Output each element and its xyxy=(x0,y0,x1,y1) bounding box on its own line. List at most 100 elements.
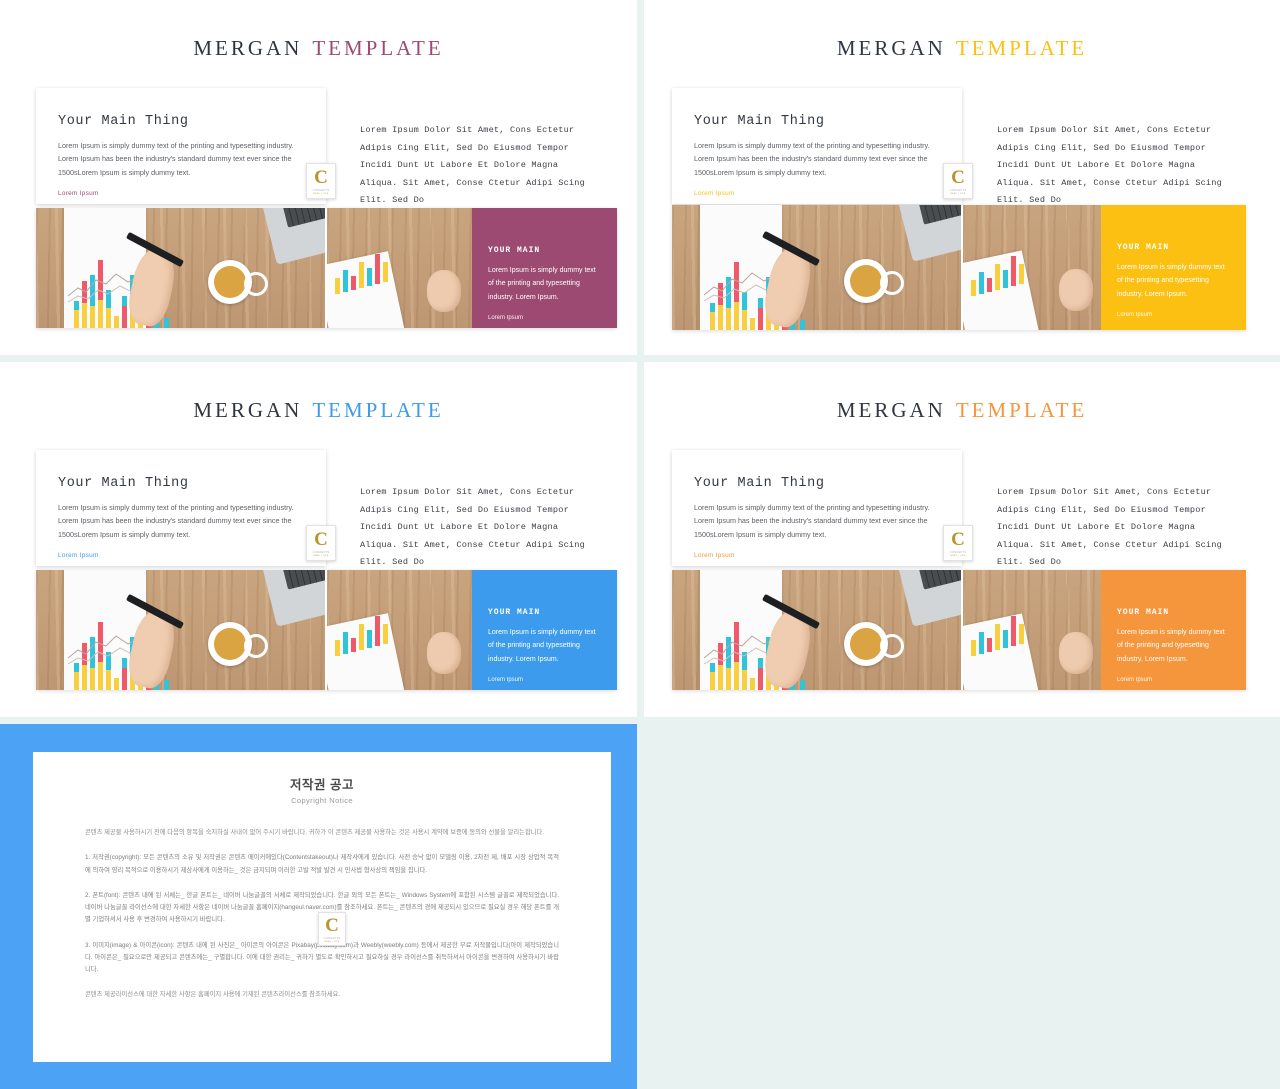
slide-1-mono-paragraph: Lorem Ipsum Dolor Sit Amet, Cons Ectetur… xyxy=(360,122,610,210)
slide-4-title: MERGAN TEMPLATE xyxy=(644,398,1280,423)
slide-1-photo-strip: YOUR MAIN Lorem Ipsum is simply dummy te… xyxy=(36,208,617,328)
slide-4-card-link[interactable]: Lorem Ipsum xyxy=(694,552,940,559)
panel-link[interactable]: Lorem Ipsum xyxy=(1117,677,1230,683)
copyright-intro: 콘텐츠 제공물 사용하시기 전에 다음의 항목을 숙지하실 사내이 없어 주시기… xyxy=(85,829,545,836)
mono-line: Incidi Dunt Ut Labore Et Dolore Magna xyxy=(997,160,1196,171)
slide-3-photo-strip: YOUR MAIN Lorem Ipsum is simply dummy te… xyxy=(36,570,617,690)
mono-line: Incidi Dunt Ut Labore Et Dolore Magna xyxy=(360,160,559,171)
photo-desk-chart-pen xyxy=(36,570,325,690)
slide-2-card-link[interactable]: Lorem Ipsum xyxy=(694,190,940,197)
slide-3-card-heading: Your Main Thing xyxy=(58,476,189,491)
slide-2-text-card: Your Main Thing Lorem Ipsum is simply du… xyxy=(672,88,962,204)
mono-line: Lorem Ipsum Dolor Sit Amet, Cons Ectetur xyxy=(997,487,1212,497)
slide-2-accent-panel: YOUR MAIN Lorem Ipsum is simply dummy te… xyxy=(1101,205,1246,330)
slide-1-card-heading: Your Main Thing xyxy=(58,114,189,129)
slide-4-card-heading: Your Main Thing xyxy=(694,476,825,491)
slide-2-title-brand: MERGAN xyxy=(836,36,946,60)
photo-desk-chart-hand xyxy=(327,570,472,690)
slide-1-card-body: Lorem Ipsum is simply dummy text of the … xyxy=(58,141,294,177)
logo-subtext: CONCEPTS xyxy=(312,550,330,554)
slide-1-accent-panel: YOUR MAIN Lorem Ipsum is simply dummy te… xyxy=(472,208,617,328)
slide-4-accent-panel: YOUR MAIN Lorem Ipsum is simply dummy te… xyxy=(1101,570,1246,690)
slide-3-title: MERGAN TEMPLATE xyxy=(0,398,637,423)
slide-preview-page: MERGAN TEMPLATE Your Main Thing Lorem Ips… xyxy=(0,0,1280,1089)
slide-3-card-body: Lorem Ipsum is simply dummy text of the … xyxy=(58,503,294,539)
photo-desk-chart-pen xyxy=(672,205,961,330)
panel-body: Lorem Ipsum is simply dummy text of the … xyxy=(488,629,596,663)
mono-line: Adipis Cing Elit, Sed Do Eiusmod Tempor xyxy=(997,504,1206,515)
logo-subtext-2: REAL | LIFE xyxy=(324,940,340,943)
slide-4-photo-strip: YOUR MAIN Lorem Ipsum is simply dummy te… xyxy=(672,570,1246,690)
logo-subtext: CONCEPTS xyxy=(312,188,330,192)
panel-heading: YOUR MAIN xyxy=(488,246,541,255)
logo-letter-icon: C xyxy=(314,528,328,550)
mono-line: Adipis Cing Elit, Sed Do Eiusmod Tempor xyxy=(997,142,1206,153)
copyright-subtitle: Copyright Notice xyxy=(291,796,353,805)
copyright-footer: 콘텐츠 제공라이선스에 대한 자세한 사항은 홈페이지 사용에 기재된 콘텐츠라… xyxy=(85,991,341,999)
copyright-notice-card: 저작권 공고 Copyright Notice 콘텐츠 제공물 사용하시기 전에… xyxy=(33,752,611,1062)
logo-subtext: CONCEPTS xyxy=(323,936,341,940)
panel-body: Lorem Ipsum is simply dummy text of the … xyxy=(1117,629,1225,663)
slide-1-text-card: Your Main Thing Lorem Ipsum is simply du… xyxy=(36,88,326,204)
mono-line: Aliqua. Sit Amet, Conse Ctetur Adipi Sci… xyxy=(997,539,1222,550)
slide-preview-1[interactable]: MERGAN TEMPLATE Your Main Thing Lorem Ips… xyxy=(0,0,637,355)
mono-line: Aliqua. Sit Amet, Conse Ctetur Adipi Sci… xyxy=(360,177,585,188)
logo-subtext-2: REAL | LIFE xyxy=(950,554,966,557)
slide-1-title-accent: TEMPLATE xyxy=(312,36,444,60)
panel-body: Lorem Ipsum is simply dummy text of the … xyxy=(488,267,596,301)
logo-letter-icon: C xyxy=(951,528,965,550)
slide-preview-2[interactable]: MERGAN TEMPLATE Your Main Thing Lorem Ips… xyxy=(644,0,1280,355)
slide-4-title-accent: TEMPLATE xyxy=(955,398,1088,422)
copyright-title: 저작권 공고 xyxy=(290,778,354,792)
photo-desk-chart-hand xyxy=(963,205,1101,330)
slide-preview-3[interactable]: MERGAN TEMPLATE Your Main Thing Lorem Ips… xyxy=(0,362,637,717)
brand-logo-watermark: C CONCEPTS REAL | LIFE xyxy=(318,912,346,946)
slide-2-title-accent: TEMPLATE xyxy=(955,36,1088,60)
photo-desk-chart-hand xyxy=(963,570,1101,690)
logo-subtext-2: REAL | LIFE xyxy=(313,554,329,557)
slide-2-card-body: Lorem Ipsum is simply dummy text of the … xyxy=(694,141,930,177)
slide-3-card-link[interactable]: Lorem Ipsum xyxy=(58,552,304,559)
slide-3-text-card: Your Main Thing Lorem Ipsum is simply du… xyxy=(36,450,326,566)
mono-line: Aliqua. Sit Amet, Conse Ctetur Adipi Sci… xyxy=(360,539,585,550)
brand-logo: C CONCEPTS REAL | LIFE xyxy=(306,163,336,199)
mono-line: Incidi Dunt Ut Labore Et Dolore Magna xyxy=(360,522,559,533)
slide-4-mono-paragraph: Lorem Ipsum Dolor Sit Amet, Cons Ectetur… xyxy=(997,484,1247,572)
logo-subtext-2: REAL | LIFE xyxy=(313,192,329,195)
photo-desk-chart-pen xyxy=(672,570,961,690)
panel-body: Lorem Ipsum is simply dummy text of the … xyxy=(1117,264,1225,298)
mono-line: Incidi Dunt Ut Labore Et Dolore Magna xyxy=(997,522,1196,533)
slide-3-title-brand: MERGAN xyxy=(193,398,303,422)
panel-heading: YOUR MAIN xyxy=(1117,243,1170,252)
slide-1-card-link[interactable]: Lorem Ipsum xyxy=(58,190,304,197)
slide-3-accent-panel: YOUR MAIN Lorem Ipsum is simply dummy te… xyxy=(472,570,617,690)
copyright-item-1: 1. 저작권(copyright): 모든 콘텐츠의 소유 및 저작권은 콘텐츠… xyxy=(85,854,559,874)
slide-preview-4[interactable]: MERGAN TEMPLATE Your Main Thing Lorem Ips… xyxy=(644,362,1280,717)
photo-desk-chart-hand xyxy=(327,208,472,328)
logo-subtext-2: REAL | LIFE xyxy=(950,192,966,195)
mono-line: Lorem Ipsum Dolor Sit Amet, Cons Ectetur xyxy=(997,125,1212,135)
slide-4-title-brand: MERGAN xyxy=(836,398,946,422)
brand-logo: C CONCEPTS REAL | LIFE xyxy=(943,163,973,199)
copyright-notice-frame: 저작권 공고 Copyright Notice 콘텐츠 제공물 사용하시기 전에… xyxy=(0,724,637,1089)
mono-line: Aliqua. Sit Amet, Conse Ctetur Adipi Sci… xyxy=(997,177,1222,188)
panel-link[interactable]: Lorem Ipsum xyxy=(488,677,601,683)
mono-line: Adipis Cing Elit, Sed Do Eiusmod Tempor xyxy=(360,142,569,153)
slide-1-title: MERGAN TEMPLATE xyxy=(0,36,637,61)
slide-2-title: MERGAN TEMPLATE xyxy=(644,36,1280,61)
mono-line: Adipis Cing Elit, Sed Do Eiusmod Tempor xyxy=(360,504,569,515)
photo-desk-chart-pen xyxy=(36,208,325,328)
slide-4-text-card: Your Main Thing Lorem Ipsum is simply du… xyxy=(672,450,962,566)
logo-letter-icon: C xyxy=(951,166,965,188)
logo-letter-icon: C xyxy=(325,914,339,936)
mono-line: Lorem Ipsum Dolor Sit Amet, Cons Ectetur xyxy=(360,125,575,135)
slide-4-card-body: Lorem Ipsum is simply dummy text of the … xyxy=(694,503,930,539)
panel-heading: YOUR MAIN xyxy=(488,608,541,617)
brand-logo: C CONCEPTS REAL | LIFE xyxy=(306,525,336,561)
slide-2-photo-strip: YOUR MAIN Lorem Ipsum is simply dummy te… xyxy=(672,205,1246,330)
panel-heading: YOUR MAIN xyxy=(1117,608,1170,617)
panel-link[interactable]: Lorem Ipsum xyxy=(1117,312,1230,318)
slide-2-card-heading: Your Main Thing xyxy=(694,114,825,129)
panel-link[interactable]: Lorem Ipsum xyxy=(488,315,601,321)
slide-3-mono-paragraph: Lorem Ipsum Dolor Sit Amet, Cons Ectetur… xyxy=(360,484,610,572)
